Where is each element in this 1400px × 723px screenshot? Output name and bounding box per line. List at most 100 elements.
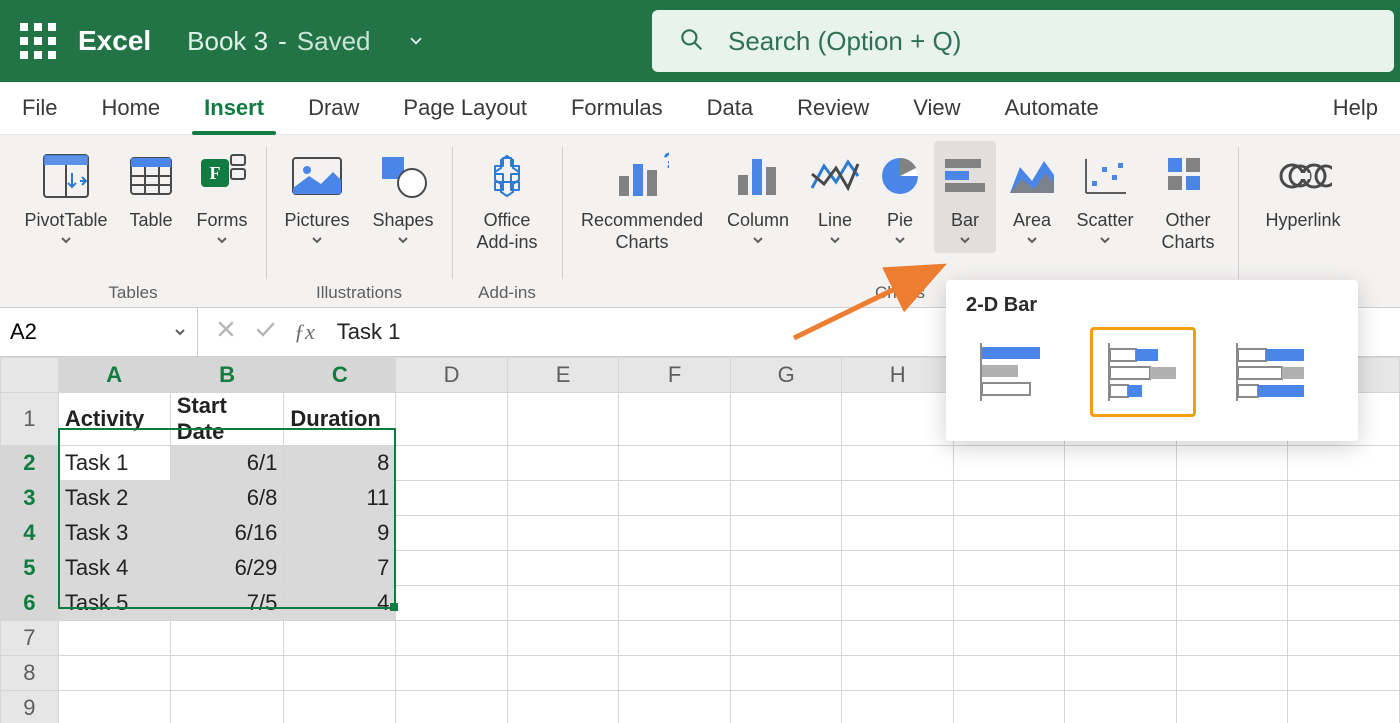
cell[interactable]: 7 [284,551,396,586]
cell[interactable] [1065,551,1177,586]
row-header[interactable]: 7 [1,621,59,656]
enter-icon[interactable] [254,319,276,345]
tab-draw[interactable]: Draw [286,82,381,134]
search-input[interactable] [726,25,1368,58]
cell[interactable] [1288,656,1400,691]
chevron-down-icon[interactable] [173,325,187,339]
cell[interactable] [619,656,731,691]
col-header[interactable]: F [619,358,731,393]
cell[interactable] [507,481,619,516]
cell[interactable] [1176,621,1288,656]
cell[interactable] [58,691,170,723]
cell[interactable] [953,516,1064,551]
chart-option-stacked-bar-100[interactable] [1218,327,1324,417]
area-chart-button[interactable]: Area [1002,141,1062,253]
cell[interactable] [1176,551,1288,586]
cell[interactable] [730,481,842,516]
row-header[interactable]: 1 [1,393,59,446]
col-header[interactable]: B [170,358,284,393]
cell[interactable]: Activity [58,393,170,446]
document-title[interactable]: Book 3 - Saved [187,26,424,57]
tab-formulas[interactable]: Formulas [549,82,685,134]
col-header[interactable]: D [396,358,508,393]
tab-help[interactable]: Help [1311,82,1400,134]
cell[interactable] [396,516,508,551]
tab-insert[interactable]: Insert [182,82,286,134]
tab-review[interactable]: Review [775,82,891,134]
fx-icon[interactable]: ƒx [294,319,315,345]
cell[interactable] [730,656,842,691]
cell[interactable]: Start Date [170,393,284,446]
line-chart-button[interactable]: Line [804,141,866,253]
cell[interactable]: Duration [284,393,396,446]
cell[interactable] [953,446,1064,481]
cell[interactable] [507,516,619,551]
cell[interactable] [284,656,396,691]
cell[interactable] [507,621,619,656]
scatter-chart-button[interactable]: Scatter [1068,141,1142,253]
cell[interactable] [170,691,284,723]
cell[interactable] [507,446,619,481]
search-box[interactable] [652,10,1394,72]
cell[interactable] [1065,691,1177,723]
cell[interactable] [842,516,954,551]
cell[interactable] [1288,446,1400,481]
bar-chart-button[interactable]: Bar [934,141,996,253]
pie-chart-button[interactable]: Pie [872,141,928,253]
cell[interactable] [619,481,731,516]
hyperlink-button[interactable]: Hyperlink [1248,141,1358,231]
cell[interactable] [507,551,619,586]
cell[interactable] [1176,446,1288,481]
cell[interactable] [953,481,1064,516]
chevron-down-icon[interactable] [407,32,425,50]
select-all-corner[interactable] [1,358,59,393]
tab-page-layout[interactable]: Page Layout [381,82,549,134]
cell[interactable]: 11 [284,481,396,516]
cell[interactable]: 9 [284,516,396,551]
tab-file[interactable]: File [0,82,79,134]
table-button[interactable]: Table [120,141,182,247]
cell[interactable] [396,691,508,723]
cell[interactable] [842,481,954,516]
cell[interactable] [953,586,1064,621]
cell[interactable] [1288,691,1400,723]
cell[interactable]: 7/5 [170,586,284,621]
col-header[interactable]: C [284,358,396,393]
cell[interactable] [396,393,508,446]
cell[interactable] [396,586,508,621]
cell[interactable] [730,586,842,621]
cell[interactable] [842,621,954,656]
cell[interactable] [1065,586,1177,621]
forms-button[interactable]: F Forms [188,141,256,247]
row-header[interactable]: 8 [1,656,59,691]
cell[interactable]: 8 [284,446,396,481]
cell[interactable] [730,551,842,586]
cell[interactable] [507,656,619,691]
column-chart-button[interactable]: Column [718,141,798,253]
col-header[interactable]: G [730,358,842,393]
cell[interactable] [396,446,508,481]
cell[interactable] [842,586,954,621]
cell[interactable] [619,446,731,481]
cell[interactable] [842,446,954,481]
cell[interactable] [1176,586,1288,621]
row-header[interactable]: 3 [1,481,59,516]
cell[interactable] [1065,481,1177,516]
col-header[interactable]: E [507,358,619,393]
cell[interactable] [1065,656,1177,691]
cell[interactable] [953,656,1064,691]
cell[interactable] [1288,551,1400,586]
cell[interactable] [1176,516,1288,551]
cell[interactable]: 6/1 [170,446,284,481]
cell[interactable] [842,656,954,691]
cell[interactable] [284,691,396,723]
cell[interactable] [284,621,396,656]
other-charts-button[interactable]: Other Charts [1148,141,1228,253]
cell[interactable] [396,656,508,691]
cell[interactable] [507,393,619,446]
cell[interactable] [953,691,1064,723]
cell[interactable]: 6/29 [170,551,284,586]
cell[interactable] [1288,481,1400,516]
cell[interactable] [619,516,731,551]
cell[interactable] [1288,621,1400,656]
